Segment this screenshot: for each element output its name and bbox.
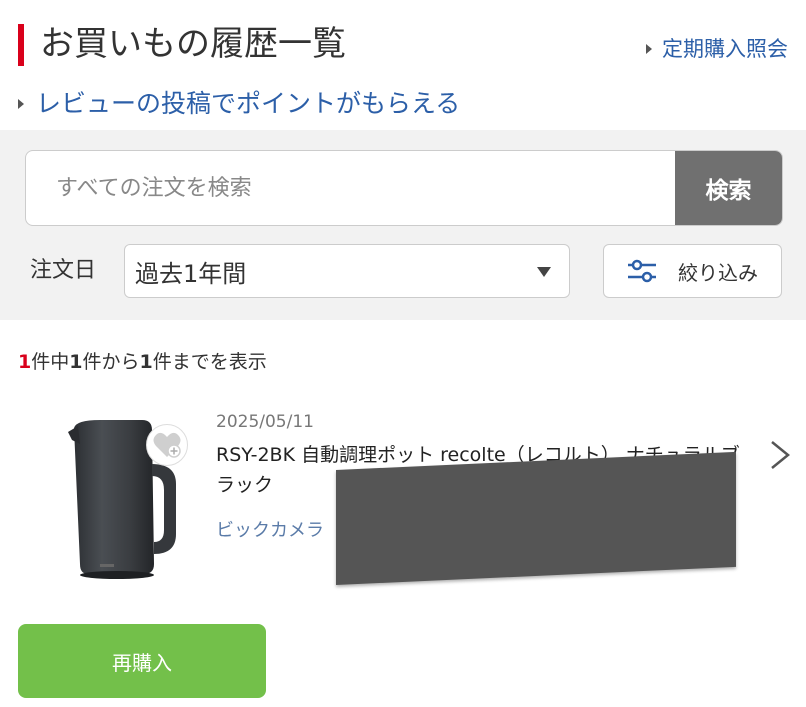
filter-button-label: 絞り込み [678, 260, 758, 285]
search-input[interactable] [26, 151, 676, 225]
shop-name: ビックカメラ [216, 520, 324, 541]
result-to: 1 [139, 351, 153, 373]
result-from: 1 [69, 351, 83, 373]
result-text-3: 件までを表示 [152, 351, 267, 373]
review-link[interactable]: レビューの投稿でポイントがもらえる [18, 86, 460, 122]
result-text-2: 件から [82, 351, 140, 373]
rebuy-button[interactable]: 再購入 [18, 624, 266, 698]
result-total: 1 [18, 351, 32, 373]
search-panel: 検索 注文日 過去1年間 絞り込み [0, 130, 806, 320]
review-link-label: レビューの投稿でポイントがもらえる [36, 89, 461, 118]
redaction-overlay [336, 451, 736, 585]
title-accent-bar [18, 24, 24, 66]
teiki-link-label: 定期購入照会 [662, 37, 788, 61]
page-title: お買いもの履歴一覧 [40, 24, 346, 64]
favorite-button[interactable] [146, 424, 188, 466]
sliders-icon [628, 259, 656, 283]
result-count: 1件中1件から1件までを表示 [18, 348, 267, 376]
chevron-right-icon[interactable] [768, 440, 792, 470]
triangle-right-icon [646, 44, 652, 54]
order-date-select[interactable]: 過去1年間 [124, 244, 570, 298]
order-date-selected-value: 過去1年間 [135, 259, 247, 288]
result-text-1: 件中 [31, 351, 70, 373]
search-button[interactable]: 検索 [675, 151, 782, 225]
order-date: 2025/05/11 [216, 412, 314, 432]
search-box: 検索 [25, 150, 783, 226]
triangle-right-icon [18, 99, 24, 109]
filter-button[interactable]: 絞り込み [603, 244, 782, 298]
teiki-link[interactable]: 定期購入照会 [646, 34, 788, 64]
caret-down-icon [537, 267, 551, 277]
page-header: お買いもの履歴一覧 定期購入照会 [0, 0, 806, 80]
order-date-label: 注文日 [30, 258, 97, 283]
heart-plus-icon [153, 432, 181, 458]
